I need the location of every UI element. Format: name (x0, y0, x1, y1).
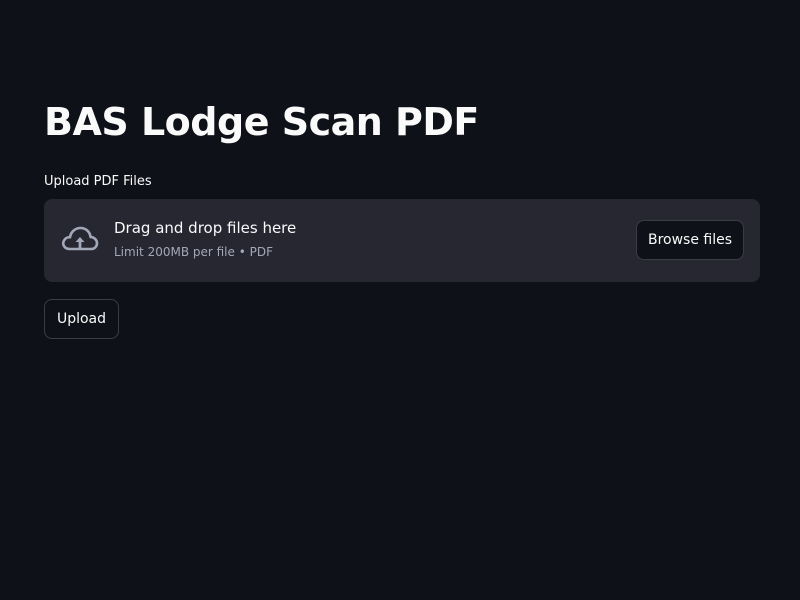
upload-button[interactable]: Upload (44, 299, 119, 339)
dropzone-limit-text: Limit 200MB per file • PDF (114, 245, 273, 259)
cloud-upload-icon (60, 223, 100, 257)
browse-files-button[interactable]: Browse files (636, 220, 744, 260)
page-title: BAS Lodge Scan PDF (44, 100, 479, 144)
dropzone-title: Drag and drop files here (114, 219, 297, 237)
file-uploader-label: Upload PDF Files (44, 174, 152, 189)
dropzone-instructions: Drag and drop files here Limit 200MB per… (114, 219, 296, 259)
file-dropzone[interactable]: Drag and drop files here Limit 200MB per… (44, 199, 760, 282)
app-root: BAS Lodge Scan PDF Upload PDF Files Drag… (0, 0, 800, 600)
